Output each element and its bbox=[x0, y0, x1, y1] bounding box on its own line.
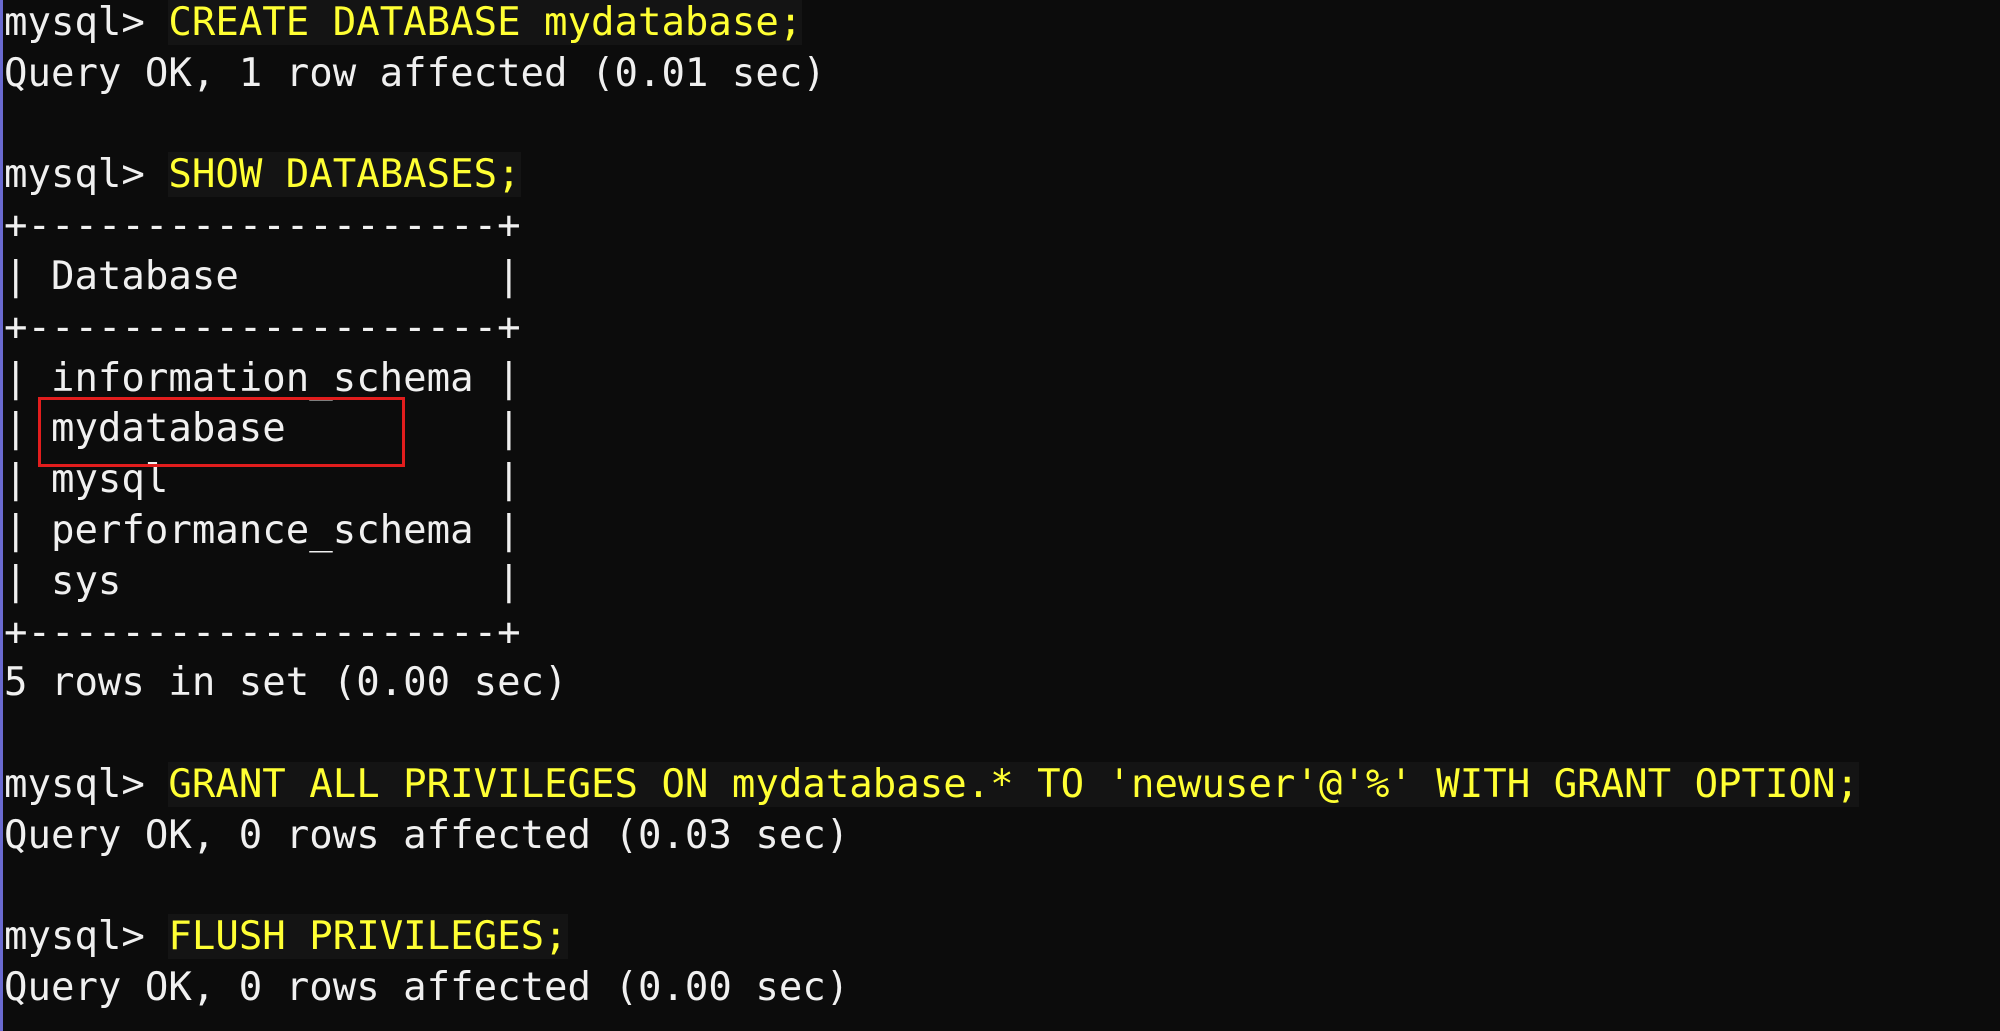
output-line: Query OK, 1 row affected (0.01 sec) bbox=[4, 50, 826, 96]
sql-command: GRANT ALL PRIVILEGES ON mydatabase.* TO … bbox=[168, 762, 1859, 807]
mysql-prompt: mysql> bbox=[4, 762, 169, 807]
output-line: +--------------------+ bbox=[4, 304, 521, 350]
mysql-prompt: mysql> bbox=[4, 152, 169, 198]
output-line: | performance_schema | bbox=[4, 508, 521, 553]
output-line: +--------------------+ bbox=[4, 609, 521, 655]
command-line: mysql> CREATE DATABASE mydatabase; bbox=[4, 0, 803, 48]
output-line: Query OK, 0 rows affected (0.03 sec) bbox=[4, 812, 850, 858]
mysql-prompt: mysql> bbox=[4, 914, 169, 960]
command-line: mysql> FLUSH PRIVILEGES; bbox=[4, 912, 568, 962]
output-line: +--------------------+ bbox=[4, 203, 521, 249]
command-line: mysql> GRANT ALL PRIVILEGES ON mydatabas… bbox=[4, 760, 1859, 810]
output-line: | sys | bbox=[4, 558, 521, 604]
mysql-prompt: mysql> bbox=[4, 0, 169, 45]
terminal-window[interactable]: mysql> CREATE DATABASE mydatabase; Query … bbox=[0, 0, 2000, 1031]
sql-command: CREATE DATABASE mydatabase; bbox=[168, 0, 803, 45]
output-line: | Database | bbox=[4, 254, 521, 299]
output-line: 5 rows in set (0.00 sec) bbox=[4, 660, 568, 706]
output-line: Query OK, 0 rows affected (0.00 sec) bbox=[4, 965, 850, 1011]
mydatabase-highlight-box bbox=[38, 397, 405, 467]
sql-command: SHOW DATABASES; bbox=[168, 152, 521, 198]
command-line: mysql> SHOW DATABASES; bbox=[4, 150, 521, 200]
sql-command: FLUSH PRIVILEGES; bbox=[168, 914, 568, 960]
